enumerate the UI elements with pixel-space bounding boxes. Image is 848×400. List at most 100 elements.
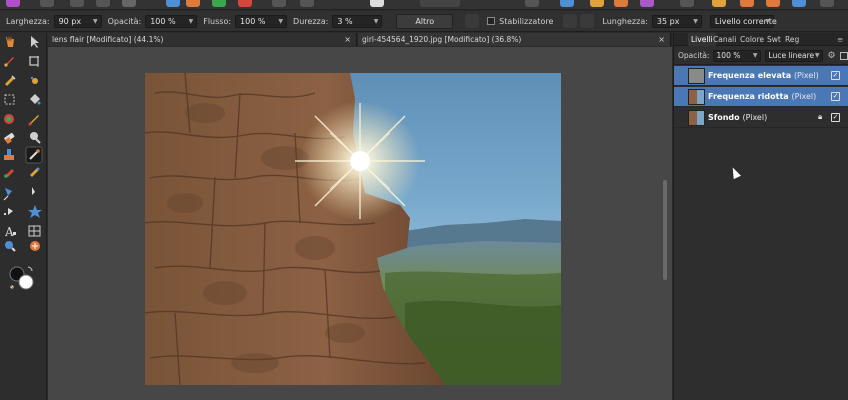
toolbar-grid-icon[interactable] [272, 0, 286, 7]
toolbar-snap-icon[interactable] [525, 0, 539, 7]
stabilizer-checkbox[interactable] [487, 17, 496, 25]
node-icon[interactable] [32, 187, 35, 195]
gear-icon[interactable]: ⚙ [828, 51, 836, 61]
erase-brush-icon[interactable] [4, 114, 14, 124]
toolbar-green-icon[interactable] [212, 0, 226, 7]
toolbar-red-icon[interactable] [238, 0, 252, 7]
layer-row[interactable]: Frequenza elevata (Pixel) ✓ [674, 66, 848, 86]
layer-visibility-checkbox[interactable]: ✓ [831, 113, 840, 122]
vertical-scrollbar[interactable] [663, 180, 667, 280]
layer-type: (Pixel) [793, 71, 819, 80]
toolbar-document-icon[interactable] [370, 0, 384, 7]
stabilizer-label: Stabilizzatore [499, 16, 554, 26]
color-swatch-icon[interactable] [30, 241, 40, 251]
window-mode-icon[interactable] [580, 14, 595, 28]
color-picker-icon[interactable] [5, 75, 16, 86]
toolbar-view-icon[interactable] [560, 0, 574, 7]
panel-tabs: Livelli Canali Colore Swt Reg ≡ [674, 33, 848, 46]
app-window: Larghezza: 90 px ▼ Opacità: 100 % ▼ Flusso… [0, 0, 848, 400]
tab-label: girl-454564_1920.jpg [Modificato] (36.8%… [362, 35, 522, 44]
paint-mixer-icon[interactable] [30, 76, 38, 84]
tab-channels[interactable]: Canali [713, 33, 736, 46]
marquee-icon[interactable] [4, 94, 15, 105]
shape-icon[interactable] [4, 208, 13, 215]
pen-icon[interactable] [3, 188, 12, 201]
toolbar-assist-icon[interactable] [712, 0, 726, 7]
red-eye-icon[interactable] [4, 169, 14, 178]
toolbar-arrange-icon[interactable] [590, 0, 604, 7]
flow-field[interactable]: 100 % ▼ [235, 14, 288, 28]
blend-mode-value: Luce lineare [768, 50, 815, 60]
main-toolbar [0, 0, 848, 10]
pressure-icon[interactable] [465, 14, 480, 28]
crop-icon[interactable] [29, 56, 39, 67]
visibility-checkbox[interactable] [839, 51, 848, 60]
flow-value: 100 % [240, 16, 266, 26]
persona-photo-icon[interactable] [40, 0, 54, 7]
fill-icon[interactable] [30, 94, 41, 105]
layer-name-text: Frequenza elevata [708, 71, 792, 80]
layer-visibility-checkbox[interactable]: ✓ [831, 92, 840, 101]
zoom-icon[interactable] [5, 241, 16, 252]
toolbar-mask-icon[interactable] [680, 0, 694, 7]
tab-swatches[interactable]: Swt [767, 33, 781, 46]
toolbar-field[interactable] [420, 0, 460, 7]
hardness-label: Durezza: [293, 16, 329, 26]
persona-liquify-icon[interactable] [70, 0, 84, 7]
layer-row[interactable]: Frequenza ridotta (Pixel) ✓ [674, 87, 848, 107]
healing-icon[interactable] [28, 115, 40, 126]
lock-icon[interactable]: 🔒︎ [818, 113, 825, 121]
hand-icon[interactable] [6, 36, 14, 47]
tab-girl-image[interactable]: girl-454564_1920.jpg [Modificato] (36.8%… [358, 33, 671, 46]
layers-panel: Livelli Canali Colore Swt Reg ≡ Opacità:… [673, 33, 848, 400]
tab-color[interactable]: Colore [740, 33, 764, 46]
layer-row[interactable]: Sfondo (Pixel) 🔒︎ ✓ [674, 108, 848, 128]
more-button[interactable]: Altro [396, 13, 454, 29]
length-field[interactable]: 35 px ▼ [651, 14, 702, 28]
width-field[interactable]: 90 px ▼ [53, 14, 102, 28]
hardness-field[interactable]: 3 % ▼ [332, 14, 383, 28]
layer-scope-select[interactable]: Livello corrente ▼ [709, 14, 777, 28]
clone-icon[interactable] [30, 132, 41, 144]
toolbar-purple-icon[interactable] [640, 0, 654, 7]
toolbar-align-icon[interactable] [300, 0, 314, 7]
blemish-icon[interactable] [4, 149, 14, 160]
layer-opacity-label: Opacità: [678, 51, 710, 60]
layer-thumbnail [688, 110, 705, 126]
toolbar-macro-icon[interactable] [766, 0, 780, 7]
tab-lens-flair[interactable]: lens flair [Modificato] (44.1%) × [48, 33, 357, 46]
blend-mode-select[interactable]: Luce lineare ▼ [764, 49, 823, 62]
toolbar-blue-icon[interactable] [166, 0, 180, 7]
smudge-icon[interactable] [30, 167, 40, 178]
tab-layers[interactable]: Livelli [688, 33, 716, 46]
close-icon[interactable]: × [658, 33, 665, 46]
frequency-brush-icon[interactable] [25, 146, 43, 164]
toolbar-orange-icon[interactable] [186, 0, 200, 7]
document-image[interactable] [145, 73, 561, 385]
star-icon[interactable] [28, 205, 42, 218]
mesh-icon[interactable] [28, 225, 41, 237]
brush-icon[interactable] [4, 57, 14, 67]
toolbar-export-icon[interactable] [614, 0, 628, 7]
color-well[interactable] [9, 266, 34, 290]
toolbar-settings-icon[interactable] [820, 0, 834, 7]
toolbar-history-icon[interactable] [740, 0, 754, 7]
photo-content [145, 73, 561, 385]
chevron-down-icon: ▼ [188, 17, 194, 25]
layer-opacity-field[interactable]: 100 % ▼ [712, 49, 761, 62]
toolbar-share-icon[interactable] [792, 0, 806, 7]
context-toolbar: Larghezza: 90 px ▼ Opacità: 100 % ▼ Flusso… [0, 11, 848, 32]
layer-visibility-checkbox[interactable]: ✓ [831, 71, 840, 80]
close-icon[interactable]: × [344, 33, 351, 46]
move-icon[interactable] [31, 36, 39, 48]
panel-menu-icon[interactable]: ≡ [837, 33, 843, 46]
opacity-field[interactable]: 100 % ▼ [145, 14, 198, 28]
tab-adjustments[interactable]: Reg [785, 33, 799, 46]
text-icon[interactable]: A [4, 225, 16, 239]
persona-tone-icon[interactable] [122, 0, 136, 7]
layer-name: Sfondo (Pixel) [708, 108, 767, 128]
persona-develop-icon[interactable] [96, 0, 110, 7]
rope-mode-icon[interactable] [563, 14, 578, 28]
dodge-icon[interactable] [4, 132, 15, 144]
opacity-label: Opacità: [107, 16, 142, 26]
